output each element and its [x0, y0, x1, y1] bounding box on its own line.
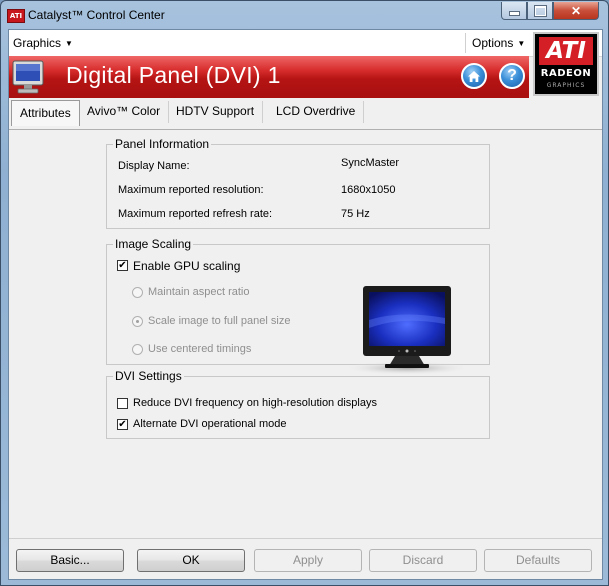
- alternate-dvi-mode-checkbox[interactable]: ✔: [117, 419, 128, 430]
- display-name-label: Display Name:: [118, 160, 190, 172]
- panel-information-legend: Panel Information: [113, 137, 212, 151]
- basic-button[interactable]: Basic...: [16, 549, 124, 572]
- scale-full-panel-label[interactable]: Scale image to full panel size: [148, 315, 290, 327]
- graphics-menu[interactable]: Graphics ▼: [13, 36, 73, 50]
- use-centered-timings-label[interactable]: Use centered timings: [148, 343, 251, 355]
- help-button[interactable]: ?: [499, 63, 525, 89]
- max-resolution-value: 1680x1050: [341, 184, 396, 196]
- apply-button[interactable]: Apply: [254, 549, 362, 572]
- minimize-button[interactable]: [501, 2, 527, 20]
- use-centered-timings-radio[interactable]: [132, 344, 143, 355]
- tab-avivo-color[interactable]: Avivo™ Color: [79, 101, 170, 123]
- maximize-button[interactable]: [527, 2, 553, 20]
- minimize-icon: [508, 11, 520, 16]
- attributes-panel: Panel Information Display Name: SyncMast…: [9, 130, 602, 540]
- maintain-aspect-ratio-radio[interactable]: [132, 287, 143, 298]
- options-menu[interactable]: Options ▼: [472, 36, 525, 50]
- tab-strip: Attributes Avivo™ Color HDTV Support LCD…: [9, 98, 602, 128]
- client-area: Graphics ▼ Options ▼ Digital Panel (DVI) 1: [8, 29, 603, 580]
- chevron-down-icon: ▼: [517, 39, 526, 48]
- dvi-settings-group: DVI Settings Reduce DVI frequency on hig…: [106, 369, 490, 439]
- reduce-dvi-frequency-label[interactable]: Reduce DVI frequency on high-resolution …: [133, 397, 377, 409]
- dvi-settings-legend: DVI Settings: [113, 369, 184, 383]
- home-button[interactable]: [461, 63, 487, 89]
- monitor-icon: [12, 60, 44, 94]
- alternate-dvi-mode-label[interactable]: Alternate DVI operational mode: [133, 418, 286, 430]
- tab-attributes[interactable]: Attributes: [11, 100, 80, 126]
- maximize-icon: [534, 5, 546, 16]
- tab-lcd-overdrive[interactable]: LCD Overdrive: [268, 101, 365, 123]
- page-title: Digital Panel (DVI) 1: [66, 62, 281, 88]
- scale-full-panel-radio[interactable]: [132, 316, 143, 327]
- check-icon: ✔: [118, 419, 127, 430]
- max-refresh-rate-label: Maximum reported refresh rate:: [118, 208, 273, 220]
- ati-radeon-logo: ATI RADEON GRAPHICS: [533, 32, 599, 96]
- radeon-logo-text: RADEON: [540, 68, 592, 79]
- tab-hdtv-support[interactable]: HDTV Support: [168, 101, 264, 123]
- maintain-aspect-ratio-label[interactable]: Maintain aspect ratio: [148, 286, 250, 298]
- enable-gpu-scaling-checkbox[interactable]: ✔: [117, 260, 128, 271]
- help-icon: ?: [507, 67, 517, 84]
- check-icon: ✔: [118, 260, 127, 271]
- options-menu-label: Options: [472, 36, 514, 50]
- max-refresh-rate-value: 75 Hz: [341, 208, 370, 220]
- defaults-button[interactable]: Defaults: [484, 549, 592, 572]
- image-scaling-legend: Image Scaling: [113, 237, 194, 251]
- discard-button[interactable]: Discard: [369, 549, 477, 572]
- bottom-button-bar: Basic... OK Apply Discard Defaults: [9, 538, 602, 580]
- ok-button[interactable]: OK: [137, 549, 245, 572]
- ati-logo-mark: ATI: [539, 37, 593, 65]
- panel-information-group: Panel Information Display Name: SyncMast…: [106, 137, 490, 229]
- graphics-logo-text: GRAPHICS: [546, 82, 586, 89]
- window-title: Catalyst™ Control Center: [28, 8, 165, 22]
- catalyst-window: ATI Catalyst™ Control Center ✕ Graphics ▼…: [0, 0, 609, 586]
- reduce-dvi-frequency-checkbox[interactable]: [117, 398, 128, 409]
- page-header: Digital Panel (DVI) 1 ?: [9, 56, 529, 98]
- close-button[interactable]: ✕: [553, 2, 599, 20]
- chevron-down-icon: ▼: [65, 39, 73, 48]
- ati-app-icon: ATI: [7, 9, 25, 23]
- enable-gpu-scaling-label[interactable]: Enable GPU scaling: [133, 259, 240, 273]
- close-icon: ✕: [570, 3, 582, 18]
- monitor-illustration: [343, 286, 471, 375]
- menu-separator: [465, 33, 466, 53]
- graphics-menu-label: Graphics: [13, 36, 62, 50]
- title-bar[interactable]: ATI Catalyst™ Control Center ✕: [1, 1, 608, 29]
- display-name-value: SyncMaster: [341, 157, 400, 169]
- menu-bar: Graphics ▼ Options ▼: [9, 30, 602, 57]
- max-resolution-label: Maximum reported resolution:: [118, 184, 264, 196]
- home-icon: [468, 70, 480, 82]
